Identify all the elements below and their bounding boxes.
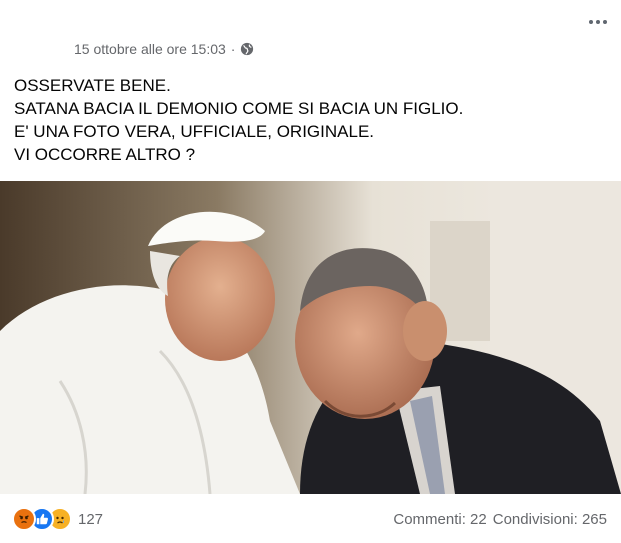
post-text-line: OSSERVATE BENE. — [14, 76, 171, 95]
dot — [596, 20, 600, 24]
globe-icon[interactable] — [240, 42, 254, 56]
dot — [603, 20, 607, 24]
reactions-summary[interactable]: 127 — [12, 507, 104, 531]
dot — [589, 20, 593, 24]
comments-count[interactable]: Commenti: 22 — [393, 511, 486, 528]
meta-separator: · — [230, 41, 236, 57]
post-text: OSSERVATE BENE. SATANA BACIA IL DEMONIO … — [14, 74, 463, 166]
photo-illustration — [0, 181, 621, 494]
post-text-line: E' UNA FOTO VERA, UFFICIALE, ORIGINALE. — [14, 122, 375, 141]
angry-reaction-icon — [12, 507, 36, 531]
post-photo[interactable] — [0, 181, 621, 494]
post-footer: 127 Commenti: 22 Condivisioni: 265 — [0, 494, 621, 543]
post-timestamp[interactable]: 15 ottobre alle ore 15:03 — [74, 41, 226, 57]
post-text-line: SATANA BACIA IL DEMONIO COME SI BACIA UN… — [14, 99, 464, 118]
post-meta: 15 ottobre alle ore 15:03 · — [74, 40, 254, 58]
reaction-count: 127 — [78, 510, 104, 528]
post-text-line: VI OCCORRE ALTRO ? — [14, 145, 196, 164]
facebook-post: 15 ottobre alle ore 15:03 · OSSERVATE BE… — [0, 0, 621, 543]
more-options-icon[interactable] — [585, 12, 611, 32]
shares-count[interactable]: Condivisioni: 265 — [493, 511, 607, 528]
engagement-stats: Commenti: 22 Condivisioni: 265 — [393, 511, 607, 528]
